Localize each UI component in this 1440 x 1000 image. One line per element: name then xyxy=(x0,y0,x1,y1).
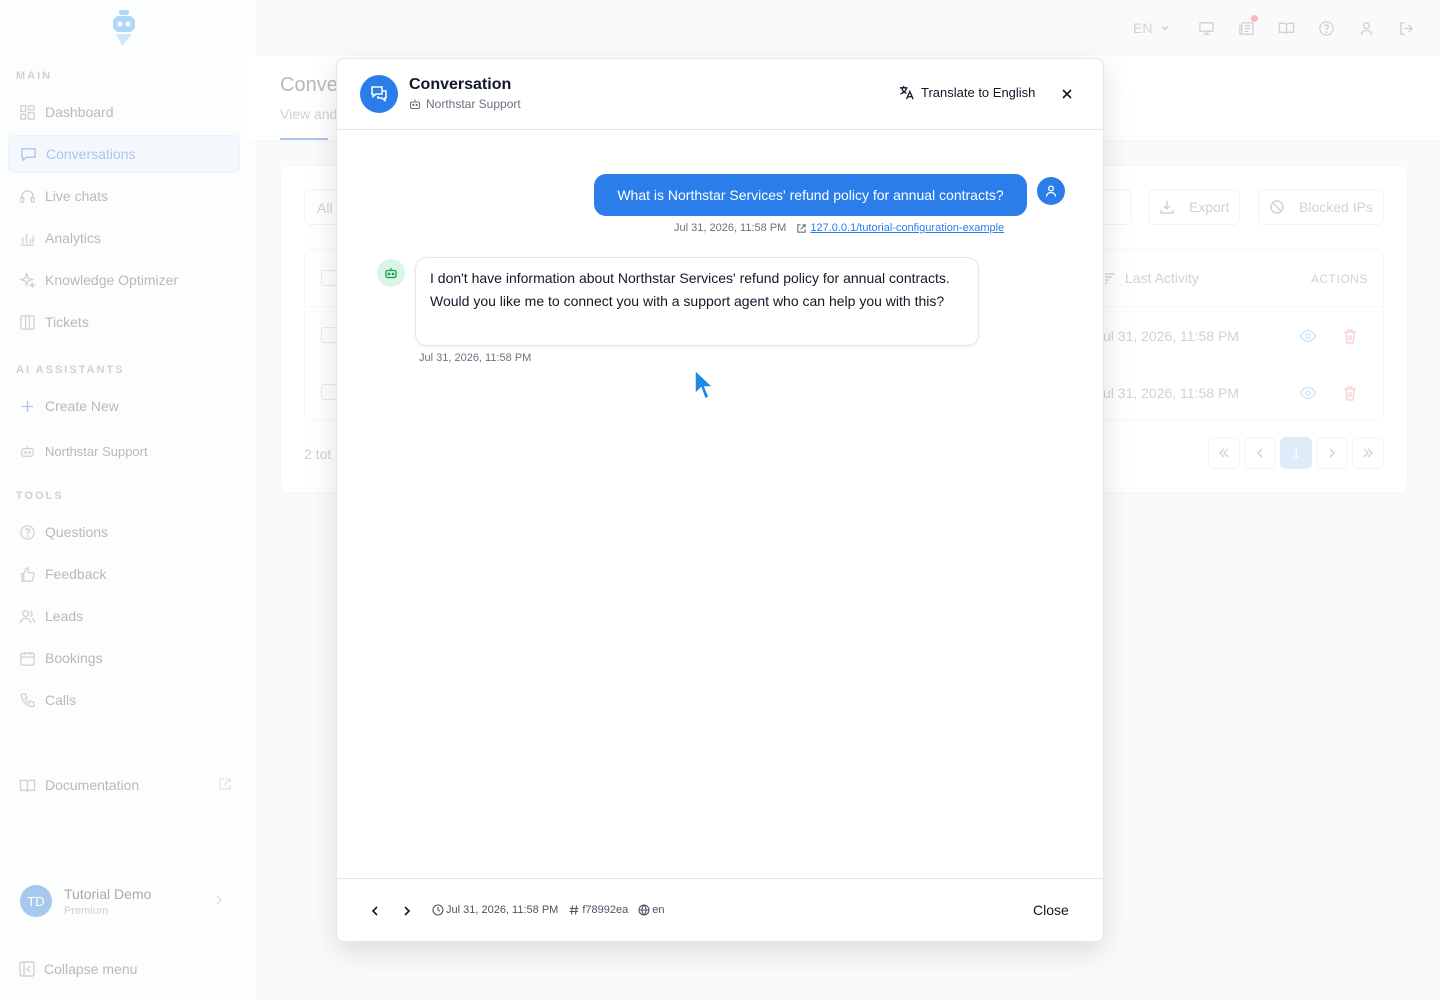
source-page-link[interactable]: 127.0.0.1/tutorial-configuration-example xyxy=(810,222,1004,234)
user-message-time: Jul 31, 2026, 11:58 PM xyxy=(674,222,787,234)
modal-title: Conversation xyxy=(409,76,512,93)
assistant-name: Northstar Support xyxy=(426,97,521,111)
translate-label: Translate to English xyxy=(921,85,1036,100)
globe-icon xyxy=(638,904,650,916)
chevron-right-icon xyxy=(404,906,411,916)
clock-icon xyxy=(432,904,444,916)
mouse-cursor-icon xyxy=(694,368,715,401)
conversation-meta: Jul 31, 2026, 11:58 PM f78992ea en xyxy=(432,904,674,916)
conversation-modal: Conversation Northstar Support Translate… xyxy=(336,58,1104,942)
conversation-time-text: Jul 31, 2026, 11:58 PM xyxy=(446,904,559,916)
hash-icon xyxy=(569,905,579,915)
close-icon[interactable] xyxy=(1058,85,1076,103)
next-conversation-button[interactable] xyxy=(399,903,415,919)
bot-message-time: Jul 31, 2026, 11:58 PM xyxy=(419,352,532,364)
bot-avatar-icon xyxy=(377,259,405,287)
message-thread: What is Northstar Services' refund polic… xyxy=(337,130,1103,878)
close-button[interactable]: Close xyxy=(1033,902,1069,918)
user-message-meta: Jul 31, 2026, 11:58 PM 127.0.0.1/tutoria… xyxy=(674,222,1004,234)
conversation-icon xyxy=(360,75,398,113)
modal-footer: Jul 31, 2026, 11:58 PM f78992ea en Close xyxy=(337,878,1103,941)
translate-icon xyxy=(899,85,914,100)
external-link-icon xyxy=(797,223,807,233)
user-avatar-icon xyxy=(1037,177,1065,205)
conversation-id-text: f78992ea xyxy=(582,904,629,916)
conversation-language: en xyxy=(638,904,664,916)
modal-header: Conversation Northstar Support Translate… xyxy=(337,59,1103,130)
bot-icon xyxy=(409,99,421,110)
translate-button[interactable]: Translate to English xyxy=(898,84,1035,101)
user-message: What is Northstar Services' refund polic… xyxy=(594,174,1027,216)
bot-message: I don't have information about Northstar… xyxy=(415,257,979,346)
previous-conversation-button[interactable] xyxy=(367,903,383,919)
conversation-time: Jul 31, 2026, 11:58 PM xyxy=(432,904,558,916)
conversation-language-text: en xyxy=(652,904,665,916)
chevron-left-icon xyxy=(371,906,378,916)
modal-assistant: Northstar Support xyxy=(409,97,521,111)
conversation-id: f78992ea xyxy=(568,904,628,916)
